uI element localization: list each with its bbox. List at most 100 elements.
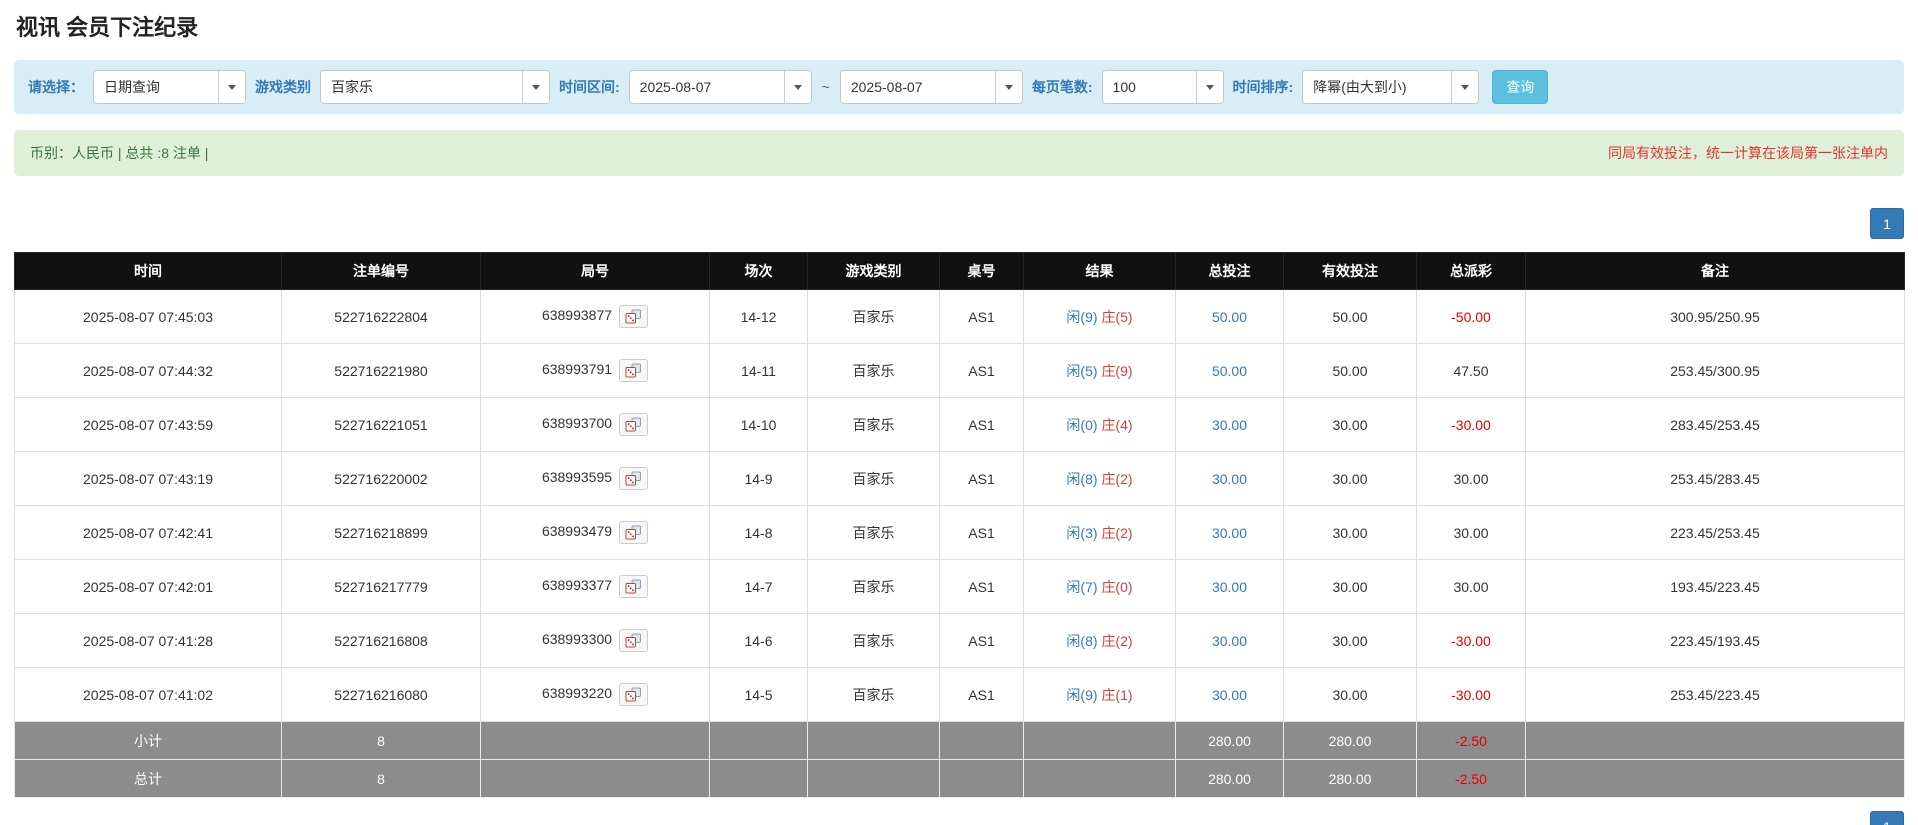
date-from-caret-button[interactable] — [784, 71, 811, 103]
session-cell: 14-8 — [710, 506, 808, 560]
game-type-cell: 百家乐 — [808, 452, 940, 506]
total-bet-link[interactable]: 50.00 — [1212, 309, 1247, 325]
header-valid-bet: 有效投注 — [1284, 253, 1417, 290]
page-size-label: 每页笔数: — [1032, 77, 1093, 97]
result-player: 闲(7) — [1066, 579, 1097, 595]
summary-text: 币别：人民币 | 总共 :8 注单 | — [30, 143, 208, 163]
date-to-picker[interactable]: 2025-08-07 — [840, 70, 1023, 104]
date-from-picker[interactable]: 2025-08-07 — [629, 70, 812, 104]
total-bet-cell: 30.00 — [1176, 560, 1284, 614]
header-payout: 总派彩 — [1417, 253, 1526, 290]
round-id-value: 638993595 — [542, 469, 612, 485]
page-button-1[interactable]: 1 — [1870, 208, 1904, 239]
result-cell: 闲(3) 庄(2) — [1024, 506, 1176, 560]
sort-value: 降幂(由大到小) — [1303, 71, 1451, 103]
bet-id-cell: 522716220002 — [282, 452, 481, 506]
game-type-caret-button[interactable] — [522, 71, 549, 103]
sort-combobox[interactable]: 降幂(由大到小) — [1302, 70, 1479, 104]
table-body: 2025-08-07 07:45:03 522716222804 6389938… — [15, 290, 1905, 722]
payout-cell: -30.00 — [1417, 398, 1526, 452]
game-type-cell: 百家乐 — [808, 560, 940, 614]
page-size-combobox[interactable]: 100 — [1102, 70, 1224, 104]
search-button[interactable]: 查询 — [1492, 70, 1548, 104]
table-row: 2025-08-07 07:42:41 522716218899 6389934… — [15, 506, 1905, 560]
caret-down-icon — [1461, 85, 1469, 90]
table-no-cell: AS1 — [940, 398, 1024, 452]
date-range-separator: ~ — [821, 79, 831, 95]
sort-caret-button[interactable] — [1451, 71, 1478, 103]
table-row: 2025-08-07 07:43:59 522716221051 6389937… — [15, 398, 1905, 452]
game-type-combobox[interactable]: 百家乐 — [320, 70, 550, 104]
game-type-cell: 百家乐 — [808, 344, 940, 398]
note-cell: 253.45/300.95 — [1526, 344, 1905, 398]
total-bet-link[interactable]: 30.00 — [1212, 579, 1247, 595]
table-header: 时间 注单编号 局号 场次 游戏类别 桌号 结果 总投注 有效投注 总派彩 备注 — [15, 253, 1905, 290]
payout-cell: -50.00 — [1417, 290, 1526, 344]
result-player: 闲(9) — [1066, 309, 1097, 325]
note-cell: 300.95/250.95 — [1526, 290, 1905, 344]
round-detail-button[interactable] — [619, 359, 648, 382]
table-row: 2025-08-07 07:45:03 522716222804 6389938… — [15, 290, 1905, 344]
total-bet-link[interactable]: 30.00 — [1212, 687, 1247, 703]
date-to-caret-button[interactable] — [995, 71, 1022, 103]
total-bet-link[interactable]: 30.00 — [1212, 417, 1247, 433]
time-cell: 2025-08-07 07:42:01 — [15, 560, 282, 614]
total-count: 8 — [282, 760, 481, 798]
round-detail-button[interactable] — [619, 305, 648, 328]
subtotal-count: 8 — [282, 722, 481, 760]
game-type-label: 游戏类别 — [255, 77, 311, 97]
select-type-value: 日期查询 — [94, 71, 218, 103]
subtotal-total-bet: 280.00 — [1176, 722, 1284, 760]
game-type-cell: 百家乐 — [808, 614, 940, 668]
round-id-value: 638993377 — [542, 577, 612, 593]
page-size-caret-button[interactable] — [1196, 71, 1223, 103]
total-bet-link[interactable]: 30.00 — [1212, 633, 1247, 649]
time-cell: 2025-08-07 07:43:59 — [15, 398, 282, 452]
payout-cell: -30.00 — [1417, 668, 1526, 722]
subtotal-row: 小计 8 280.00 280.00 -2.50 — [15, 722, 1905, 760]
payout-cell: 30.00 — [1417, 506, 1526, 560]
round-detail-button[interactable] — [619, 521, 648, 544]
round-detail-button[interactable] — [619, 413, 648, 436]
notice-text: 同局有效投注，统一计算在该局第一张注单内 — [1608, 143, 1888, 163]
session-cell: 14-9 — [710, 452, 808, 506]
total-bet-link[interactable]: 30.00 — [1212, 525, 1247, 541]
game-type-value: 百家乐 — [321, 71, 522, 103]
result-banker: 庄(1) — [1101, 687, 1132, 703]
table-row: 2025-08-07 07:41:02 522716216080 6389932… — [15, 668, 1905, 722]
pagination-top: 1 — [14, 208, 1904, 239]
round-detail-button[interactable] — [619, 467, 648, 490]
total-bet-link[interactable]: 30.00 — [1212, 471, 1247, 487]
valid-bet-cell: 50.00 — [1284, 344, 1417, 398]
result-cell: 闲(9) 庄(5) — [1024, 290, 1176, 344]
header-bet-id: 注单编号 — [282, 253, 481, 290]
valid-bet-cell: 30.00 — [1284, 452, 1417, 506]
time-cell: 2025-08-07 07:41:28 — [15, 614, 282, 668]
page-button-1[interactable]: 1 — [1870, 811, 1904, 825]
total-bet-link[interactable]: 50.00 — [1212, 363, 1247, 379]
header-session: 场次 — [710, 253, 808, 290]
header-note: 备注 — [1526, 253, 1905, 290]
round-id-cell: 638993377 — [481, 560, 710, 614]
caret-down-icon — [1005, 85, 1013, 90]
table-no-cell: AS1 — [940, 560, 1024, 614]
select-type-combobox[interactable]: 日期查询 — [93, 70, 246, 104]
bet-id-cell: 522716217779 — [282, 560, 481, 614]
caret-down-icon — [532, 85, 540, 90]
table-row: 2025-08-07 07:41:28 522716216808 6389933… — [15, 614, 1905, 668]
table-no-cell: AS1 — [940, 614, 1024, 668]
session-cell: 14-11 — [710, 344, 808, 398]
table-no-cell: AS1 — [940, 506, 1024, 560]
total-bet-cell: 30.00 — [1176, 398, 1284, 452]
time-cell: 2025-08-07 07:42:41 — [15, 506, 282, 560]
filter-bar: 请选择： 日期查询 游戏类别 百家乐 时间区间: 2025-08-07 ~ 20… — [14, 60, 1904, 114]
session-cell: 14-6 — [710, 614, 808, 668]
round-detail-button[interactable] — [619, 575, 648, 598]
round-detail-button[interactable] — [619, 683, 648, 706]
result-banker: 庄(2) — [1101, 633, 1132, 649]
caret-down-icon — [1206, 85, 1214, 90]
round-detail-button[interactable] — [619, 629, 648, 652]
subtotal-label: 小计 — [15, 722, 282, 760]
session-cell: 14-12 — [710, 290, 808, 344]
select-type-caret-button[interactable] — [218, 71, 245, 103]
